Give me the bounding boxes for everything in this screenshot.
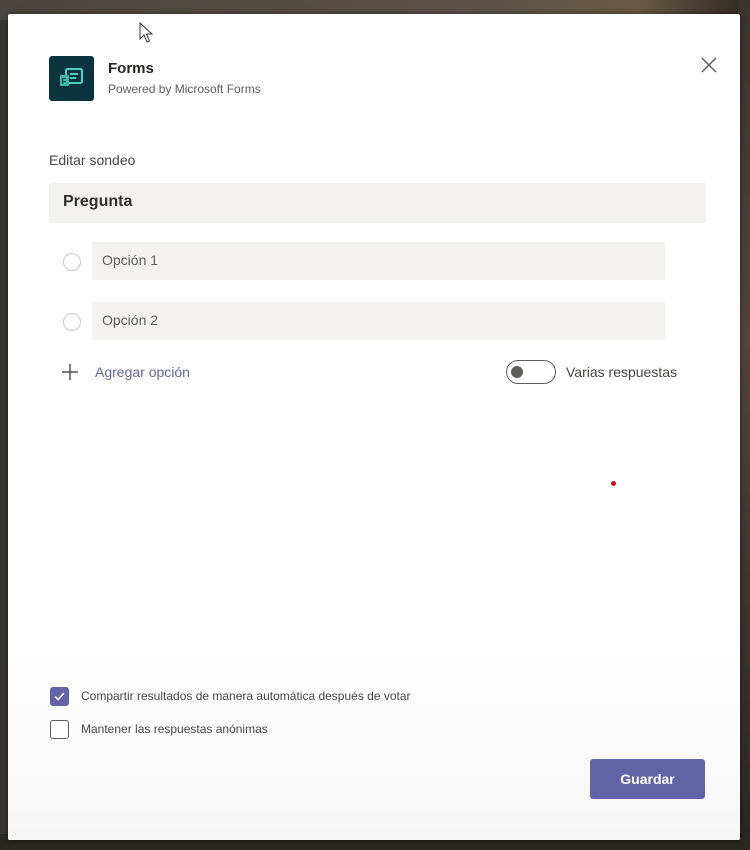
mouse-cursor-icon [139,21,155,49]
close-button[interactable] [698,54,720,76]
save-button[interactable]: Guardar [590,759,705,799]
forms-poll-dialog: F Forms Powered by Microsoft Forms Edita… [8,14,740,840]
app-name: Forms [108,60,154,77]
add-option-label: Agregar opción [95,364,190,380]
checkmark-icon [54,691,65,701]
toggle-knob [511,366,523,378]
footer-area [8,654,740,840]
svg-text:F: F [62,77,67,86]
anonymous-checkbox[interactable] [50,719,69,739]
anonymous-label: Mantener las respuestas anónimas [81,722,268,736]
anonymous-option[interactable]: Mantener las respuestas anónimas [50,719,268,739]
dialog-header: F Forms Powered by Microsoft Forms [49,56,720,102]
multiple-answers-toggle[interactable] [506,360,556,384]
plus-icon [61,363,79,381]
forms-app-icon: F [49,56,94,101]
share-results-label: Compartir resultados de manera automátic… [81,689,411,703]
multiple-answers-label: Varias respuestas [566,364,678,380]
cursor-dot [611,481,616,486]
close-icon [701,57,717,73]
app-subtitle: Powered by Microsoft Forms [108,82,261,96]
option-2-field[interactable]: Opción 2 [92,302,665,340]
share-results-option[interactable]: Compartir resultados de manera automátic… [50,686,411,706]
section-label: Editar sondeo [49,152,136,168]
question-field[interactable]: Pregunta [49,183,706,223]
add-option-button[interactable]: Agregar opción [61,360,190,384]
share-results-checkbox[interactable] [50,686,69,706]
option-1-radio[interactable] [63,253,81,271]
option-1-field[interactable]: Opción 1 [92,242,665,280]
option-2-radio[interactable] [63,313,81,331]
